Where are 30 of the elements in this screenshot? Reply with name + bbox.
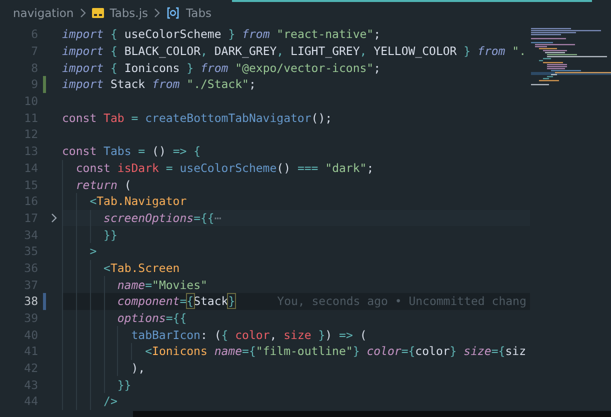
code-line: }} (116, 378, 132, 392)
code-line: component={Stack} (116, 294, 236, 308)
code-line: name="Movies" (116, 278, 208, 292)
code-line: import { Ionicons } from "@expo/vector-icons"; (62, 60, 381, 75)
code-line: const Tab = createBottomTabNavigator(); (62, 110, 332, 125)
js-file-icon (92, 8, 104, 18)
code-line: }} (102, 228, 118, 242)
breadcrumb-item[interactable]: Tabs.js (110, 6, 148, 20)
line-number: 38 (23, 294, 38, 308)
code-line: import { useColorScheme } from "react-native"; (62, 27, 381, 42)
code-line: import { BLACK_COLOR, DARK_GREY, LIGHT_GREY, YELLOW_COLOR } from ". (62, 44, 526, 58)
code-line: <Tab.Navigator (88, 194, 187, 208)
code-line: <Ionicons name={"film-outline"} color={color} size={siz (144, 344, 526, 358)
code-line: const Tabs = () => { (62, 144, 201, 158)
chevron-icon (80, 8, 86, 18)
breadcrumb-item[interactable]: Tabs (186, 6, 212, 20)
code-line: /> (102, 394, 118, 408)
code-line: tabBarIcon: ({ color, size }) => ( (130, 328, 367, 342)
code-line: return ( (74, 178, 132, 192)
code-line: > (88, 244, 97, 258)
breadcrumb-item[interactable]: navigation (13, 6, 74, 20)
code-line: <Tab.Screen (102, 260, 180, 275)
code-line: const isDark = useColorScheme() === "dark"; (74, 160, 374, 175)
blame-annotation: You, seconds ago • Uncommitted chang (277, 294, 526, 308)
code-line: screenOptions={{⋯ (102, 210, 222, 225)
chevron-icon (154, 8, 160, 18)
code-line: ), (130, 361, 146, 376)
symbol-icon (166, 7, 180, 19)
code-line: options={{ (116, 311, 187, 326)
code-line: import Stack from "./Stack"; (62, 77, 256, 92)
